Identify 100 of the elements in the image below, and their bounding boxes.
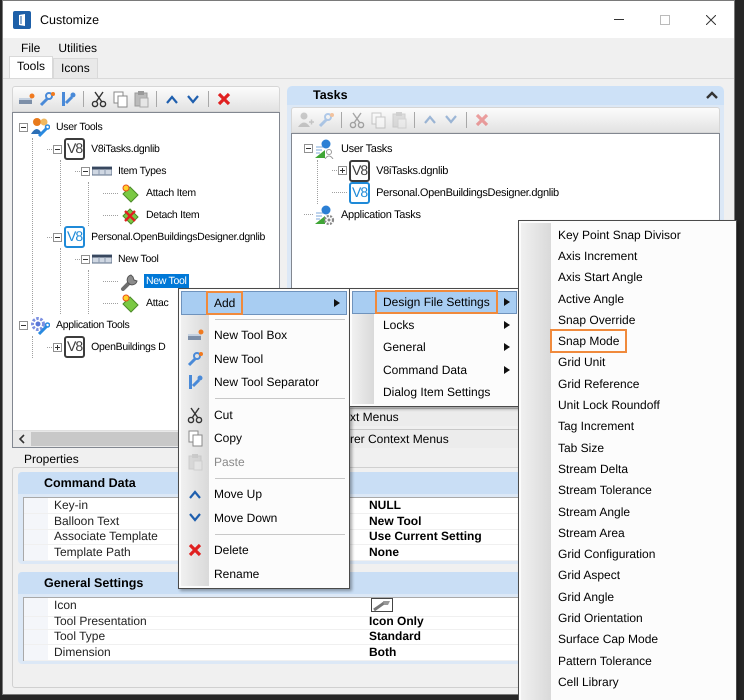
menu-item[interactable]: Dialog Item Settings (352, 381, 517, 404)
group-title: Command Data (44, 476, 136, 490)
menu-label: Grid Aspect (558, 568, 622, 582)
tab[interactable]: Tools (9, 56, 54, 78)
menu-item[interactable]: Tab Size (521, 436, 734, 458)
tree-item[interactable]: Personal.OpenBuildingsDesigner.dgnlib (89, 230, 268, 244)
menu-item[interactable]: Design File Settings (352, 291, 517, 314)
menu-label: Grid Reference (558, 376, 640, 391)
menu-item[interactable]: General (352, 336, 517, 358)
tree-item[interactable]: New Tool (144, 274, 189, 288)
collapse-icon[interactable] (53, 144, 62, 154)
menu-item[interactable]: Active Angle (521, 288, 734, 310)
sphere-person-icon (315, 138, 335, 159)
wrench-add-icon[interactable] (38, 90, 56, 108)
property-label: Icon (24, 598, 365, 617)
menu-label: Copy (214, 431, 244, 446)
menu-label: Axis Increment (558, 248, 638, 263)
tree-item[interactable]: V8iTasks.dgnlib (89, 142, 162, 156)
separator-add-icon[interactable] (59, 90, 77, 108)
collapse-icon[interactable] (53, 232, 62, 242)
paste-icon[interactable] (132, 90, 150, 108)
menu-label: Stream Tolerance (558, 483, 653, 498)
expand-icon[interactable] (338, 166, 347, 176)
menu-label: Tab Size (558, 440, 606, 455)
collapse-icon[interactable] (706, 90, 718, 100)
menu-item[interactable]: Snap Override (521, 309, 734, 330)
menu-label: Delete (214, 543, 250, 558)
menu-item[interactable]: Stream Delta (521, 458, 734, 480)
collapse-icon[interactable] (19, 122, 28, 132)
tree-item[interactable]: Item Types (116, 164, 168, 178)
menu-item[interactable]: Axis Start Angle (521, 266, 734, 288)
tree-item[interactable]: Personal.OpenBuildingsDesigner.dgnlib (374, 186, 561, 200)
menu-item[interactable]: Grid Aspect (521, 564, 734, 586)
menu-label: Unit Lock Roundoff (558, 398, 661, 412)
menu-label: Locks (383, 318, 416, 332)
menu-item[interactable]: New Tool (181, 347, 347, 370)
menu-item[interactable]: New Tool Separator (181, 370, 347, 394)
menu-label: Rename (214, 566, 260, 581)
menu-label: Command Data (383, 362, 468, 377)
menu-item[interactable]: New Tool Box (181, 324, 347, 347)
tree-item[interactable]: Application Tools (54, 318, 132, 332)
menu-item[interactable]: Grid Unit (521, 352, 734, 374)
property-label: Tool Presentation (24, 614, 365, 630)
collapse-icon[interactable] (304, 144, 313, 154)
tree-item[interactable]: User Tasks (339, 142, 394, 156)
menu-item[interactable]: Locks (352, 314, 517, 336)
menu-item[interactable]: Axis Increment (521, 245, 734, 267)
tree-item[interactable]: Detach Item (144, 208, 202, 222)
menu-label: New Tool (214, 352, 264, 366)
menu-label: Surface Cap Mode (558, 632, 660, 646)
collapse-icon[interactable] (81, 254, 90, 264)
cut-icon (186, 406, 204, 424)
tree-item[interactable]: Attach Item (144, 186, 198, 200)
delete-icon[interactable] (215, 90, 233, 108)
tree-item[interactable]: V8iTasks.dgnlib (374, 164, 450, 178)
chevron-up-icon[interactable] (166, 94, 178, 104)
menu-item[interactable]: Grid Reference (521, 373, 734, 394)
menu-item[interactable]: Key Point Snap Divisor (521, 224, 734, 246)
menu-item[interactable]: Cell Library (521, 671, 734, 693)
menu-label: Grid Orientation (558, 610, 644, 625)
expand-icon[interactable] (53, 342, 62, 352)
cut-icon[interactable] (90, 90, 108, 108)
tree-item[interactable]: OpenBuildings D (89, 340, 168, 354)
menu-label: Active Angle (558, 292, 626, 306)
menu-item[interactable]: Utilities (50, 40, 106, 54)
menu-label: Cell Library (558, 674, 620, 689)
window-title: Customize (40, 12, 100, 26)
copy-icon (186, 429, 204, 448)
menu-label: New Tool Box (214, 328, 288, 342)
menu-label: Grid Angle (558, 590, 616, 604)
menu-label: Stream Delta (558, 462, 630, 476)
library-badge: V8 (349, 160, 370, 182)
diamond-star-icon (120, 293, 140, 313)
menu-item[interactable]: Grid Angle (521, 586, 734, 608)
tree-item[interactable]: User Tools (54, 120, 104, 134)
menu-label: Cut (214, 408, 234, 422)
menu-item[interactable]: Add (181, 291, 347, 314)
chevron-down-icon[interactable] (187, 94, 199, 104)
separator-add-icon (186, 373, 204, 392)
tree-item[interactable]: New Tool (116, 252, 161, 266)
menu-item[interactable]: File (13, 40, 48, 54)
menu-item[interactable]: Copy (181, 426, 347, 450)
menu-item[interactable]: Cut (181, 403, 347, 426)
tree-item[interactable]: Application Tasks (339, 208, 423, 222)
menu-item[interactable]: Stream Tolerance (521, 480, 734, 501)
scroll-left-icon[interactable] (17, 434, 27, 444)
menu-item[interactable]: Unit Lock Roundoff (521, 394, 734, 416)
menu-item[interactable]: Snap Mode (521, 330, 734, 352)
tab[interactable]: Icons (53, 58, 98, 78)
menu-item[interactable]: Tag Increment (521, 416, 734, 437)
menu-item[interactable]: Command Data (352, 358, 517, 381)
collapse-icon[interactable] (81, 166, 90, 176)
collapse-icon[interactable] (19, 320, 28, 330)
menu-item[interactable]: Rename (181, 562, 347, 586)
minimize-icon[interactable] (614, 18, 624, 20)
gear-wrench-icon (30, 315, 50, 335)
group-label: Properties (24, 452, 79, 467)
close-icon[interactable] (706, 14, 716, 24)
library-badge: V8 (64, 226, 86, 248)
tree-item[interactable]: Attac (144, 296, 170, 310)
